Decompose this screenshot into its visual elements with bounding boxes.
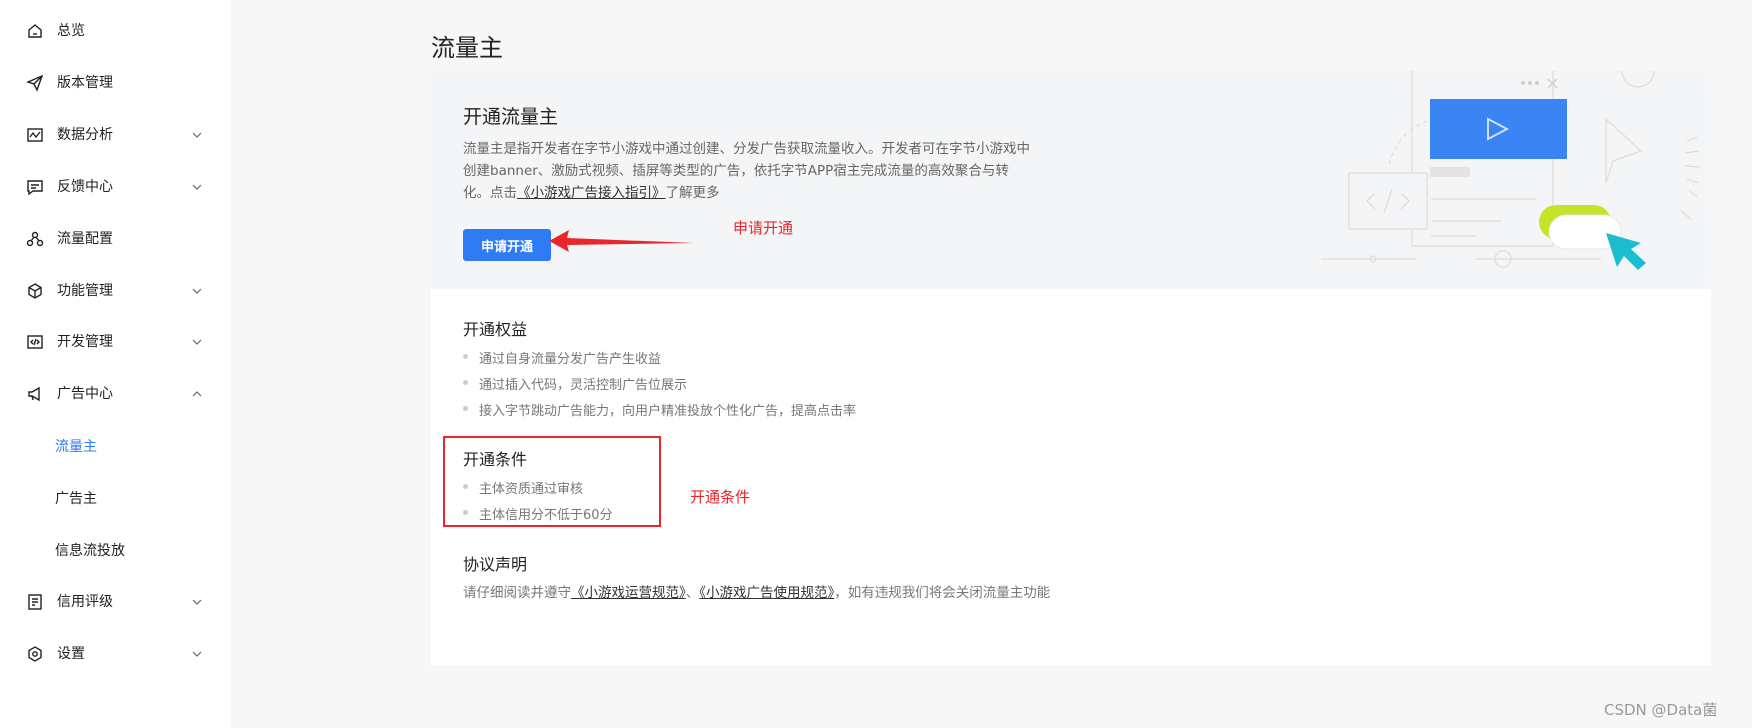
chevron-up-icon[interactable] xyxy=(191,388,203,400)
sidebar-subitem-label: 信息流投放 xyxy=(55,543,125,559)
conditions-annotation: 开通条件 xyxy=(690,488,751,506)
sidebar-item-label: 广告中心 xyxy=(57,386,113,402)
chevron-down-icon[interactable] xyxy=(191,129,203,141)
sidebar-item-analytics[interactable]: 数据分析 xyxy=(0,115,231,155)
sidebar-item-label: 开发管理 xyxy=(57,334,113,350)
settings-icon xyxy=(26,645,44,663)
benefit-item: 接入字节跳动广告能力，向用户精准投放个性化广告，提高点击率 xyxy=(463,400,856,419)
sidebar-item-label: 数据分析 xyxy=(57,127,113,143)
agreement-text-start: 请仔细阅读并遵守 xyxy=(463,585,571,601)
sidebar-item-features[interactable]: 功能管理 xyxy=(0,271,231,311)
sidebar-item-label: 总览 xyxy=(57,23,85,39)
agreement-title: 协议声明 xyxy=(463,555,528,574)
sidebar-item-credit[interactable]: 信用评级 xyxy=(0,582,231,622)
chevron-down-icon[interactable] xyxy=(191,336,203,348)
agreement-text: 请仔细阅读并遵守《小游戏运营规范》、《小游戏广告使用规范》，如有违规我们将会关闭… xyxy=(463,581,1050,601)
sidebar-subitem-label: 流量主 xyxy=(55,439,97,455)
send-icon xyxy=(26,74,44,92)
traffic-owner-illustration xyxy=(1321,71,1701,270)
chart-icon xyxy=(26,126,44,144)
agreement-text-end: ，如有违规我们将会关闭流量主功能 xyxy=(834,585,1051,601)
sidebar-subitem-feed-ads[interactable]: 信息流投放 xyxy=(0,531,231,571)
open-section-title: 开通流量主 xyxy=(463,106,559,128)
chevron-down-icon[interactable] xyxy=(191,648,203,660)
chevron-down-icon[interactable] xyxy=(191,181,203,193)
chevron-down-icon[interactable] xyxy=(191,596,203,608)
chevron-down-icon[interactable] xyxy=(191,285,203,297)
sidebar-item-version[interactable]: 版本管理 xyxy=(0,63,231,103)
sidebar-item-traffic-config[interactable]: 流量配置 xyxy=(0,219,231,259)
conditions-title: 开通条件 xyxy=(463,450,528,469)
list-icon xyxy=(26,593,44,611)
benefit-item: 通过自身流量分发广告产生收益 xyxy=(463,348,661,367)
sidebar-item-label: 流量配置 xyxy=(57,231,113,247)
condition-item: 主体信用分不低于60分 xyxy=(463,504,613,523)
cube-icon xyxy=(26,282,44,300)
code-icon xyxy=(26,333,44,351)
sidebar-item-feedback[interactable]: 反馈中心 xyxy=(0,167,231,207)
sidebar-item-label: 版本管理 xyxy=(57,75,113,91)
sidebar-item-ad-center[interactable]: 广告中心 xyxy=(0,374,231,414)
ad-usage-rules-link[interactable]: 《小游戏广告使用规范》 xyxy=(699,585,834,601)
watermark: CSDN @Data菌 xyxy=(1604,701,1718,719)
operation-rules-link[interactable]: 《小游戏运营规范》 xyxy=(571,585,686,601)
sidebar-item-label: 反馈中心 xyxy=(57,179,113,195)
page-title: 流量主 xyxy=(431,34,503,62)
sidebar-subitem-label: 广告主 xyxy=(55,491,97,507)
sidebar-item-settings[interactable]: 设置 xyxy=(0,634,231,674)
message-icon xyxy=(26,178,44,196)
sidebar-subitem-advertiser[interactable]: 广告主 xyxy=(0,479,231,519)
sidebar-item-label: 功能管理 xyxy=(57,283,113,299)
annotation-arrow xyxy=(549,230,694,252)
home-icon xyxy=(26,22,44,40)
condition-item: 主体资质通过审核 xyxy=(463,478,583,497)
sidebar-item-overview[interactable]: 总览 xyxy=(0,11,231,51)
megaphone-icon xyxy=(26,385,44,403)
sidebar-subitem-traffic-owner[interactable]: 流量主 xyxy=(0,427,231,467)
sidebar: 总览 版本管理 数据分析 反馈中心 流量配置 功能管理 开发管理 广告中心 流量… xyxy=(0,0,231,728)
apply-annotation: 申请开通 xyxy=(733,219,794,237)
agreement-separator: 、 xyxy=(685,585,700,601)
benefit-item: 通过插入代码，灵活控制广告位展示 xyxy=(463,374,687,393)
sidebar-item-label: 设置 xyxy=(57,646,85,662)
sidebar-item-label: 信用评级 xyxy=(57,594,113,610)
flow-icon xyxy=(26,230,44,248)
open-section-description: 流量主是指开发者在字节小游戏中通过创建、分发广告获取流量收入。开发者可在字节小游… xyxy=(463,138,1033,204)
ad-integration-guide-link[interactable]: 《小游戏广告接入指引》 xyxy=(517,185,666,201)
sidebar-item-development[interactable]: 开发管理 xyxy=(0,322,231,362)
description-text-end: 了解更多 xyxy=(665,185,720,201)
benefits-title: 开通权益 xyxy=(463,320,528,339)
apply-button[interactable]: 申请开通 xyxy=(463,229,551,261)
